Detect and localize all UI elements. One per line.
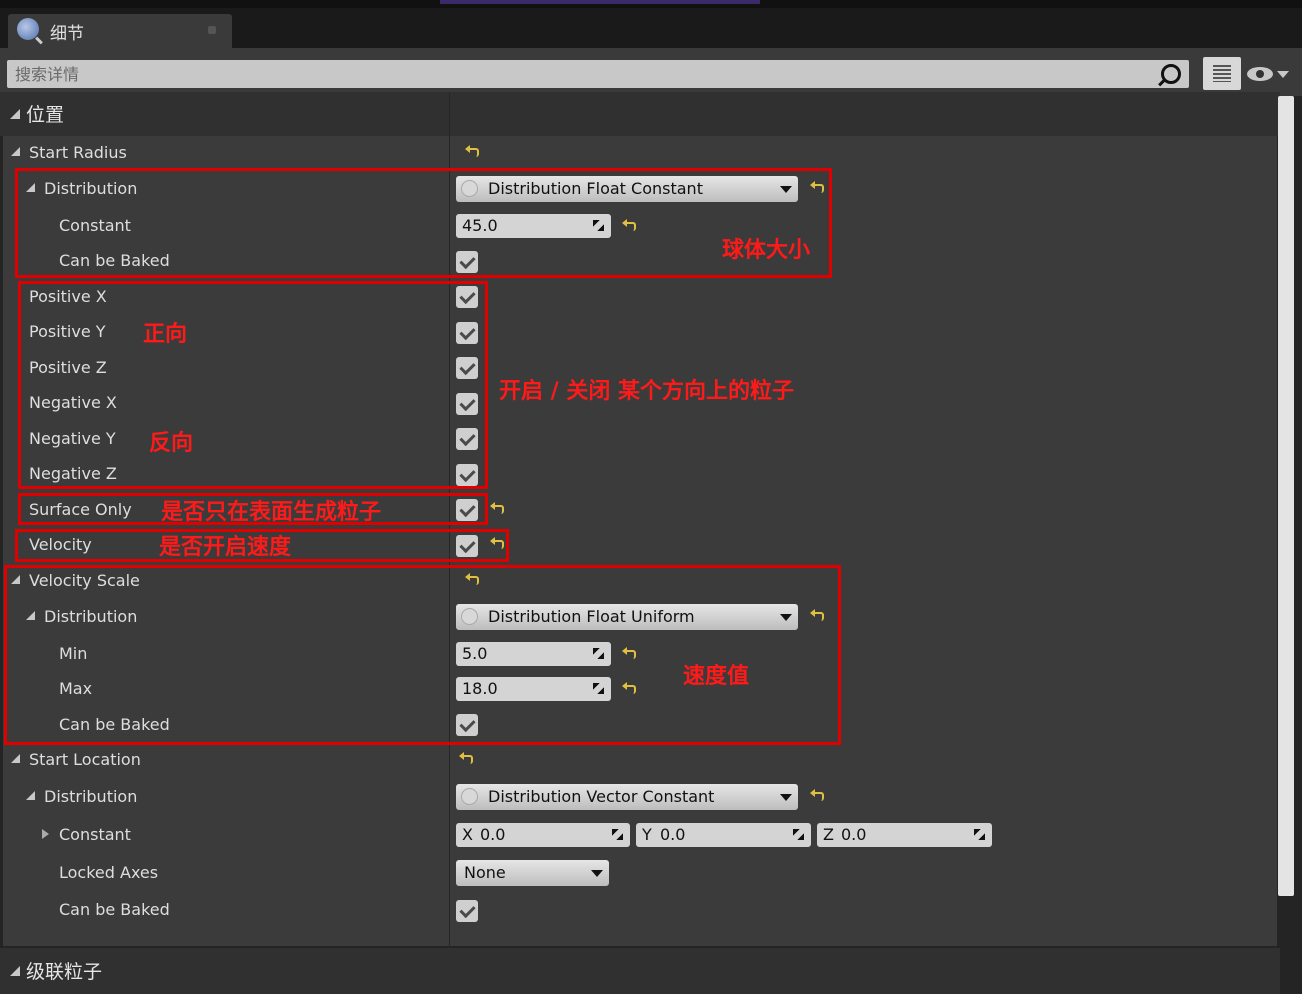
locked-axes-dropdown[interactable]: None bbox=[456, 860, 609, 886]
annotation-surface-only: 是否只在表面生成粒子 bbox=[161, 500, 382, 525]
window-top-strip bbox=[0, 0, 1302, 8]
section-title: 级联粒子 bbox=[26, 961, 103, 983]
can-be-baked-label: Can be Baked bbox=[59, 900, 170, 919]
dropdown-value: None bbox=[464, 863, 506, 882]
section-header-position[interactable]: 位置 bbox=[0, 92, 1280, 136]
dropdown-value: Distribution Vector Constant bbox=[488, 787, 715, 806]
reset-to-default-icon[interactable] bbox=[490, 502, 504, 514]
annotation-velocity-value: 速度值 bbox=[683, 664, 750, 689]
expand-arrow-icon[interactable] bbox=[11, 147, 20, 156]
reset-to-default-icon[interactable] bbox=[459, 752, 473, 764]
details-icon bbox=[17, 18, 43, 45]
annotation-box bbox=[15, 168, 832, 278]
expand-arrow-icon[interactable] bbox=[42, 829, 49, 839]
section-title: 位置 bbox=[26, 104, 65, 126]
distribution-dropdown[interactable]: Distribution Vector Constant bbox=[456, 784, 798, 810]
z-input[interactable]: Z 0.0 bbox=[817, 823, 992, 847]
search-input[interactable] bbox=[7, 60, 1157, 88]
drag-handle-icon[interactable] bbox=[974, 829, 985, 840]
annotation-box bbox=[4, 565, 841, 745]
asset-circle-icon bbox=[461, 788, 478, 805]
chevron-down-icon bbox=[1277, 71, 1289, 78]
expand-arrow-icon[interactable] bbox=[11, 754, 20, 763]
annotation-box bbox=[18, 281, 488, 489]
numeric-value: 0.0 bbox=[480, 825, 506, 844]
annotation-positive: 正向 bbox=[143, 322, 188, 347]
constant-label: Constant bbox=[59, 825, 131, 844]
annotation-negative: 反向 bbox=[149, 431, 194, 456]
x-input[interactable]: X 0.0 bbox=[456, 823, 630, 847]
tab-title: 细节 bbox=[50, 24, 84, 44]
numeric-value: 0.0 bbox=[841, 825, 867, 844]
axis-label: Z bbox=[823, 825, 834, 844]
visibility-filter-button[interactable] bbox=[1247, 64, 1291, 84]
start-location-label: Start Location bbox=[29, 750, 141, 769]
scrollbar[interactable] bbox=[1278, 96, 1294, 896]
drag-handle-icon[interactable] bbox=[793, 829, 804, 840]
section-header-cascade[interactable]: 级联粒子 bbox=[0, 948, 1280, 994]
collapse-arrow-icon[interactable] bbox=[10, 966, 20, 976]
annotation-toggle-direction: 开启 / 关闭 某个方向上的粒子 bbox=[499, 379, 795, 404]
chevron-down-icon bbox=[780, 794, 792, 801]
close-tab-icon[interactable] bbox=[208, 26, 216, 34]
annotation-velocity-enabled: 是否开启速度 bbox=[159, 535, 292, 560]
chevron-down-icon bbox=[591, 870, 603, 877]
axis-label: X bbox=[462, 825, 473, 844]
axis-label: Y bbox=[642, 825, 652, 844]
distribution-label: Distribution bbox=[44, 787, 138, 806]
can-be-baked-checkbox[interactable] bbox=[456, 900, 478, 922]
locked-axes-label: Locked Axes bbox=[59, 863, 159, 882]
reset-to-default-icon[interactable] bbox=[810, 789, 824, 801]
search-icon[interactable] bbox=[1161, 64, 1181, 84]
eye-icon bbox=[1247, 67, 1273, 81]
drag-handle-icon[interactable] bbox=[612, 829, 623, 840]
viewport-glow bbox=[440, 0, 760, 4]
view-options-button[interactable] bbox=[1203, 57, 1241, 90]
collapse-arrow-icon[interactable] bbox=[10, 109, 20, 119]
numeric-value: 0.0 bbox=[660, 825, 686, 844]
list-view-icon bbox=[1213, 65, 1231, 82]
annotation-sphere-size: 球体大小 bbox=[722, 238, 811, 263]
expand-arrow-icon[interactable] bbox=[26, 791, 35, 800]
reset-to-default-icon[interactable] bbox=[465, 145, 479, 157]
y-input[interactable]: Y 0.0 bbox=[636, 823, 811, 847]
search-box[interactable] bbox=[7, 60, 1189, 88]
start-radius-label: Start Radius bbox=[29, 143, 127, 162]
